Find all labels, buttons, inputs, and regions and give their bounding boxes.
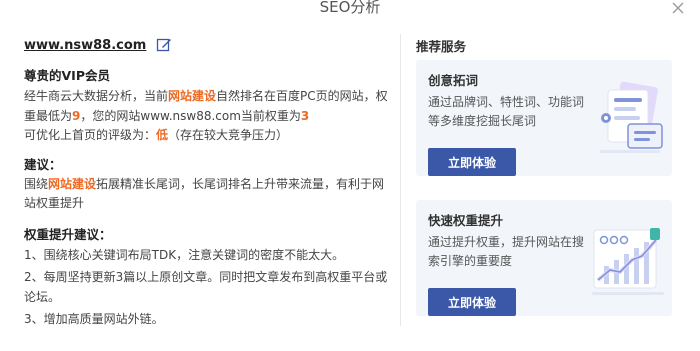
divider	[400, 34, 401, 326]
try-button[interactable]: 立即体验	[428, 288, 516, 316]
suggest-heading: 建议：	[24, 156, 62, 172]
services-heading: 推荐服务	[416, 39, 467, 54]
list-item: 3、增加高质量网站外链。	[24, 312, 164, 326]
service-card-keywords: 创意拓词 通过品牌词、特性词、功能词等多维度挖掘长尾词 立即体验	[416, 60, 672, 176]
analysis-text: 经牛商云大数据分析，当前网站建设自然排名在百度PC页的网站，权重最低为9，您的网…	[24, 89, 388, 142]
weight-heading: 权重提升建议：	[24, 226, 112, 242]
weight-list: 1、围绕核心关键词布局TDK，注意关键词的密度不能太大。 2、每周坚持更新3篇以…	[24, 246, 396, 330]
dialog-title: SEO分析	[319, 0, 381, 14]
card-title: 快速权重提升	[428, 213, 504, 228]
services-panel: 推荐服务 创意拓词 通过品牌词、特性词、功能词等多维度挖掘长尾词 立即体验 快速…	[416, 36, 672, 316]
current-weight-value: 3	[300, 108, 310, 123]
card-desc: 通过提升权重，提升网站在搜索引擎的重要度	[428, 235, 585, 268]
suggest-keyword-highlight: 网站建设	[48, 176, 97, 191]
try-button[interactable]: 立即体验	[428, 148, 516, 176]
vip-heading: 尊贵的VIP会员	[24, 68, 110, 83]
card-desc: 通过品牌词、特性词、功能词等多维度挖掘长尾词	[428, 95, 585, 128]
list-item: 2、每周坚持更新3篇以上原创文章。同时把文章发布到高权重平台或论坛。	[24, 270, 388, 304]
analysis-panel: www.nsw88.com 尊贵的VIP会员 经牛商云大数据分析，当前网站建设自…	[24, 36, 396, 330]
site-url[interactable]: www.nsw88.com	[24, 38, 146, 53]
chart-illustration-icon	[592, 228, 664, 295]
document-illustration-icon	[600, 81, 663, 153]
rating-value: 低	[156, 128, 169, 142]
list-item: 1、围绕核心关键词布局TDK，注意关键词的密度不能太大。	[24, 247, 345, 262]
card-title: 创意拓词	[428, 73, 479, 88]
keyword-highlight: 网站建设	[168, 89, 217, 103]
suggest-text: 围绕网站建设拓展精准长尾词，长尾词排名上升带来流量，有利于网站权重提升	[24, 176, 385, 211]
service-card-weight: 快速权重提升 通过提升权重，提升网站在搜索引擎的重要度 立即体验	[416, 200, 672, 316]
edit-icon[interactable]	[156, 37, 172, 53]
close-icon[interactable]	[670, 0, 686, 16]
